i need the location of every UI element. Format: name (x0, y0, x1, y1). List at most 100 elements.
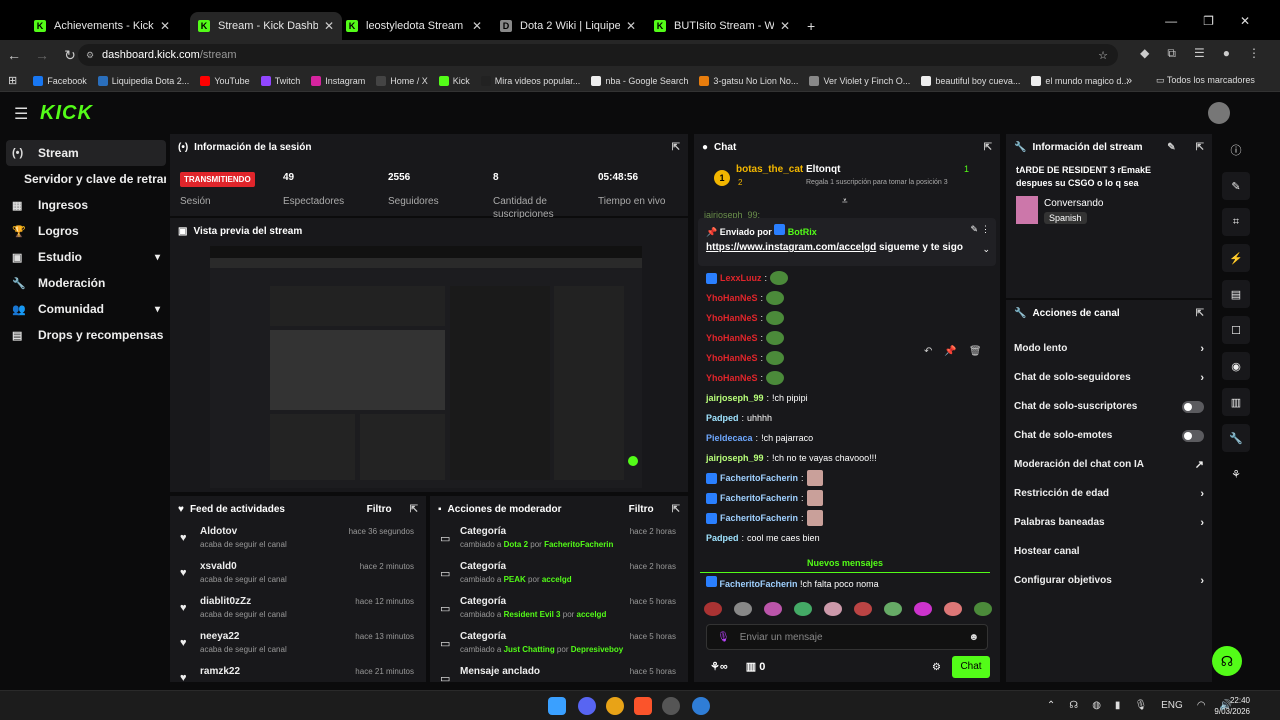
help-chat-icon[interactable]: ☊ (1212, 646, 1242, 676)
chat-message[interactable]: YhoHanNeS: (694, 308, 1000, 328)
pin-message-icon[interactable]: 📌 (944, 346, 956, 357)
chat-username[interactable]: FacheritoFacherin (720, 473, 798, 483)
mod-user[interactable]: accelgd (577, 610, 607, 619)
chat-message[interactable]: FacheritoFacherin: (694, 488, 1000, 508)
chat-username[interactable]: YhoHanNeS (706, 313, 758, 323)
broadcast-icon[interactable]: ◉ (1222, 352, 1250, 380)
pinned-link[interactable]: https://www.instagram.com/accelgd (706, 242, 876, 253)
emote-icon[interactable] (974, 602, 992, 616)
menu-icon[interactable]: ☰ (14, 104, 28, 124)
discord-icon[interactable] (578, 697, 596, 715)
chat-message[interactable]: Pieldecaca: !ch pajarraco (694, 428, 1000, 448)
browser-tab[interactable]: D Dota 2 Wiki | Liquipedia ✕ (492, 12, 644, 40)
sidebar-item[interactable]: Servidor y clave de retransm (6, 166, 166, 192)
feed-user[interactable]: ramzk22 (200, 666, 240, 677)
bookmark-item[interactable]: Home / X (376, 75, 428, 86)
edit-icon[interactable]: ✎ (1222, 172, 1250, 200)
feed-user[interactable]: diablit0zZz (200, 596, 251, 607)
emote-icon[interactable] (824, 602, 842, 616)
channel-action[interactable]: Restricción de edad › (1006, 479, 1212, 508)
extensions-puzzle-icon[interactable]: ⧉ (1167, 46, 1176, 61)
chat-username[interactable]: LexxLuuz (720, 273, 762, 283)
store-icon[interactable]: ▥ (1222, 388, 1250, 416)
popout-icon[interactable]: ⇱ (672, 142, 680, 153)
bookmark-item[interactable]: el mundo magico d... (1031, 75, 1129, 86)
channel-action[interactable]: Configurar objetivos › (1006, 566, 1212, 595)
chat-settings-icon[interactable]: ⚙ (932, 662, 941, 673)
chat-message[interactable]: YhoHanNeS: (694, 368, 1000, 388)
more-bookmarks-icon[interactable]: » (1126, 75, 1132, 87)
chat-username[interactable]: Padped (706, 413, 739, 423)
bookmark-item[interactable]: Liquipedia Dota 2... (97, 75, 189, 86)
chat-message[interactable]: Padped: cool me caes bien (694, 528, 1000, 548)
emote-icon[interactable] (884, 602, 902, 616)
bookmark-item[interactable]: Ver Violet y Finch O... (809, 75, 910, 86)
chat-message[interactable]: Padped: uhhhh (694, 408, 1000, 428)
chat-message[interactable]: FacheritoFacherin: (694, 468, 1000, 488)
chat-message[interactable]: jairjoseph_99: !ch pipipi (694, 388, 1000, 408)
brave-icon[interactable] (634, 697, 652, 715)
bookmark-item[interactable]: Twitch (260, 75, 300, 86)
lightning-icon[interactable]: ⚡ (1222, 244, 1250, 272)
bookmark-item[interactable]: YouTube (200, 75, 250, 86)
tab-close-icon[interactable]: ✕ (324, 19, 334, 33)
bookmark-item[interactable]: Instagram (311, 75, 365, 86)
pinned-by[interactable]: BotRix (788, 227, 817, 237)
last-user[interactable]: FacheritoFacherin (720, 579, 798, 589)
wrench-icon[interactable]: 🔧 (1222, 424, 1250, 452)
headset-icon[interactable]: ☊ (1069, 700, 1078, 711)
clip-icon[interactable]: ⌗ (1222, 208, 1250, 236)
emote-icon[interactable] (794, 602, 812, 616)
chat-input[interactable]: 🎙 Enviar un mensaje ☻ (706, 624, 988, 650)
sidebar-item[interactable]: 👥 Comunidad ▾ (6, 296, 166, 322)
sidebar-item[interactable]: 🏆 Logros (6, 218, 166, 244)
tab-close-icon[interactable]: ✕ (626, 19, 636, 33)
maximize-button[interactable]: ❐ (1203, 14, 1214, 28)
profile-icon[interactable]: ● (1223, 46, 1230, 61)
user-avatar[interactable] (1208, 102, 1230, 124)
bookmark-item[interactable]: Facebook (33, 75, 87, 86)
chat-message[interactable]: jairjoseph_99: !ch no te vayas chavooo!!… (694, 448, 1000, 468)
chat-username[interactable]: FacheritoFacherin (720, 493, 798, 503)
mic-icon[interactable]: 🎙 (717, 632, 730, 643)
popout-icon[interactable]: ⇱ (1196, 142, 1204, 153)
document-icon[interactable]: ▤ (1222, 280, 1250, 308)
sidebar-item[interactable]: 🔧 Moderación (6, 270, 166, 296)
reply-icon[interactable]: ↶ (924, 346, 932, 357)
info-icon[interactable]: ⓘ (1222, 136, 1250, 164)
users-icon[interactable]: ⚘ (1222, 460, 1250, 488)
toggle-switch[interactable] (1182, 429, 1204, 442)
popout-icon[interactable]: ⇱ (410, 504, 418, 515)
browser-tab[interactable]: K Stream - Kick Dashboard ✕ (190, 12, 342, 40)
sidebar-item[interactable]: ▦ Ingresos (6, 192, 166, 218)
gift-user[interactable]: Eltonqt (806, 164, 840, 175)
start-menu-icon[interactable] (548, 697, 566, 715)
tab-close-icon[interactable]: ✕ (780, 19, 790, 33)
channel-action[interactable]: Chat de solo-emotes (1006, 421, 1212, 450)
sidebar-item[interactable]: ▤ Drops y recompensas (6, 322, 166, 348)
sidebar-item[interactable]: ▣ Estudio ▾ (6, 244, 166, 270)
chat-username[interactable]: jairjoseph_99 (706, 453, 764, 463)
collapse-icon[interactable]: ⩡ (842, 196, 848, 207)
chat-username[interactable]: jairjoseph_99 (706, 393, 764, 403)
all-bookmarks-button[interactable]: ▭ Todos los marcadores (1156, 75, 1255, 86)
site-info-icon[interactable]: ⚙ (86, 50, 94, 61)
chat-username[interactable]: YhoHanNeS (706, 353, 758, 363)
send-chat-button[interactable]: Chat (952, 656, 990, 678)
mod-user[interactable]: Depresiveboy (571, 645, 623, 654)
close-window-button[interactable]: ✕ (1240, 14, 1250, 28)
chat-username[interactable]: Padped (706, 533, 739, 543)
emote-icon[interactable] (734, 602, 752, 616)
mod-user[interactable]: FacheritoFacherin (544, 540, 613, 549)
clock[interactable]: 22:40 9/03/2026 (1190, 695, 1250, 717)
url-bar[interactable]: ⚙ dashboard.kick.com/stream ☆ (78, 44, 1118, 66)
new-messages-divider[interactable]: Nuevos mensajes (700, 554, 990, 573)
edit-icon[interactable]: ✎ (1167, 142, 1175, 153)
tray-chevron-icon[interactable]: ⌃ (1047, 700, 1055, 711)
forward-icon[interactable]: → (28, 47, 56, 63)
chat-message[interactable]: YhoHanNeS: (694, 288, 1000, 308)
bookmark-item[interactable]: nba - Google Search (591, 75, 688, 86)
channel-action[interactable]: Chat de solo-seguidores › (1006, 363, 1212, 392)
bookmark-item[interactable]: 3-gatsu No Lion No... (699, 75, 798, 86)
expand-icon[interactable]: ⌄ (982, 244, 990, 255)
